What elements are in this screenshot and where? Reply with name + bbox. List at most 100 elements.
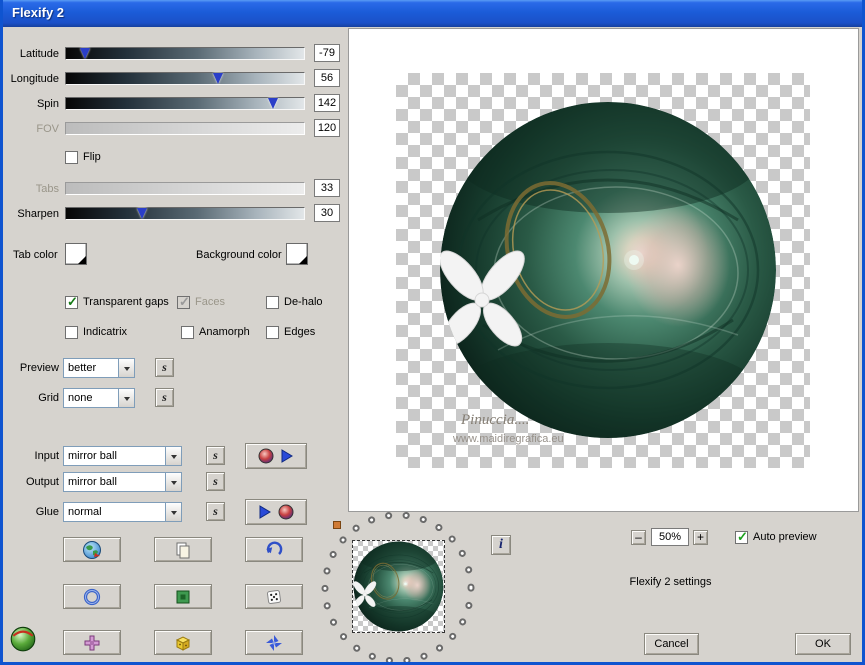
spin-slider[interactable] [65,97,305,110]
yellow-cube-icon [173,633,193,653]
chevron-down-icon[interactable] [118,359,134,377]
latitude-slider[interactable] [65,47,305,60]
grid-random-button[interactable]: s [155,388,174,407]
indicatrix-checkbox[interactable] [65,325,78,339]
tabs-slider [65,182,305,195]
chevron-down-icon[interactable] [165,503,181,521]
ring-icon [82,587,102,607]
glue-action-button[interactable] [245,499,307,525]
anamorph-checkbox[interactable] [181,325,194,339]
tab-color-swatch[interactable] [65,243,87,265]
globe-button[interactable] [63,537,121,562]
edges-label: Edges [284,326,316,338]
input-select-value: mirror ball [68,450,117,462]
watermark-line2: www.maidiregrafica.eu [453,433,564,445]
grid-select-value: none [68,392,93,404]
tabs-row: Tabs [3,181,343,199]
sharpen-slider-thumb[interactable] [137,208,148,219]
grid-label: Grid [38,392,59,404]
cancel-button[interactable]: Cancel [644,633,699,655]
chevron-down-icon[interactable] [165,473,181,491]
longitude-value[interactable]: 56 [314,69,340,87]
zoom-level: 50% [651,528,689,546]
flip-checkbox-group: Flip [65,150,101,164]
ring-button[interactable] [63,584,121,609]
output-select-value: mirror ball [68,476,117,488]
tab-color-label: Tab color [13,249,58,261]
undo-button[interactable] [245,537,303,562]
indicatrix-label: Indicatrix [83,326,128,338]
zoom-out-button[interactable]: – [631,530,646,545]
spin-slider-thumb[interactable] [268,98,279,109]
background-color-label: Background color [196,249,282,261]
glue-random-button[interactable]: s [206,502,225,521]
flip-checkbox[interactable] [65,150,78,164]
edges-group: Edges [266,325,315,339]
globe-icon [82,540,102,560]
de-halo-checkbox[interactable] [266,295,279,309]
output-random-button[interactable]: s [206,472,225,491]
output-select[interactable]: mirror ball [63,472,182,492]
input-label: Input [34,450,59,462]
faces-checkbox [177,294,190,310]
sharpen-value[interactable]: 30 [314,204,340,222]
auto-preview-checkbox[interactable] [735,529,748,545]
ok-button[interactable]: OK [795,633,851,655]
flip-label: Flip [83,151,101,163]
chevron-down-icon[interactable] [118,389,134,407]
latitude-slider-thumb[interactable] [80,48,91,59]
play-sphere-icon [254,503,298,521]
dice-button[interactable] [245,584,303,609]
fov-label: FOV [36,123,59,135]
title-bar[interactable]: Flexify 2 [3,0,862,27]
faces-group: Faces [177,294,225,310]
preview-random-button[interactable]: s [155,358,174,377]
settings-status-text: Flexify 2 settings [629,576,712,588]
purple-cross-button[interactable] [63,630,121,655]
blue-pinwheel-button[interactable] [245,630,303,655]
zoom-in-button[interactable]: + [693,530,708,545]
de-halo-group: De-halo [266,295,323,309]
indicatrix-group: Indicatrix [65,325,127,339]
sharpen-slider[interactable] [65,207,305,220]
edges-checkbox[interactable] [266,325,279,339]
window-title: Flexify 2 [12,5,65,20]
preview-sphere-image[interactable] [438,100,778,440]
sharpen-label: Sharpen [17,208,59,220]
info-button[interactable]: i [491,535,511,555]
input-random-button[interactable]: s [206,446,225,465]
faces-label: Faces [195,296,225,308]
tabs-value: 33 [314,179,340,197]
latitude-value[interactable]: -79 [314,44,340,62]
purple-cross-icon [82,633,102,653]
blue-pinwheel-icon [264,633,284,653]
output-label: Output [25,476,59,488]
tabs-label: Tabs [35,183,59,195]
yellow-cube-button[interactable] [154,630,212,655]
input-select[interactable]: mirror ball [63,446,182,466]
preview-select[interactable]: better [63,358,135,378]
de-halo-label: De-halo [284,296,323,308]
glue-select[interactable]: normal [63,502,182,522]
fov-value: 120 [314,119,340,137]
input-action-button[interactable] [245,443,307,469]
background-color-swatch[interactable] [286,243,308,265]
copy-button[interactable] [154,537,212,562]
longitude-slider-thumb[interactable] [213,73,224,84]
latitude-label: Latitude [19,48,59,60]
chevron-down-icon[interactable] [165,447,181,465]
preview-label: Preview [19,362,59,374]
longitude-slider[interactable] [65,72,305,85]
green-square-button[interactable] [154,584,212,609]
undo-icon [264,540,284,560]
grid-select[interactable]: none [63,388,135,408]
auto-preview-group: Auto preview [735,529,817,545]
transparent-gaps-checkbox[interactable] [65,294,78,310]
transparent-gaps-group: Transparent gaps [65,294,169,310]
spin-value[interactable]: 142 [314,94,340,112]
spin-row: Spin [3,96,343,114]
green-sphere-icon[interactable] [8,623,38,653]
ring-handle[interactable] [333,521,341,529]
transparent-gaps-label: Transparent gaps [83,296,169,308]
thumbnail-preview[interactable] [352,540,445,633]
